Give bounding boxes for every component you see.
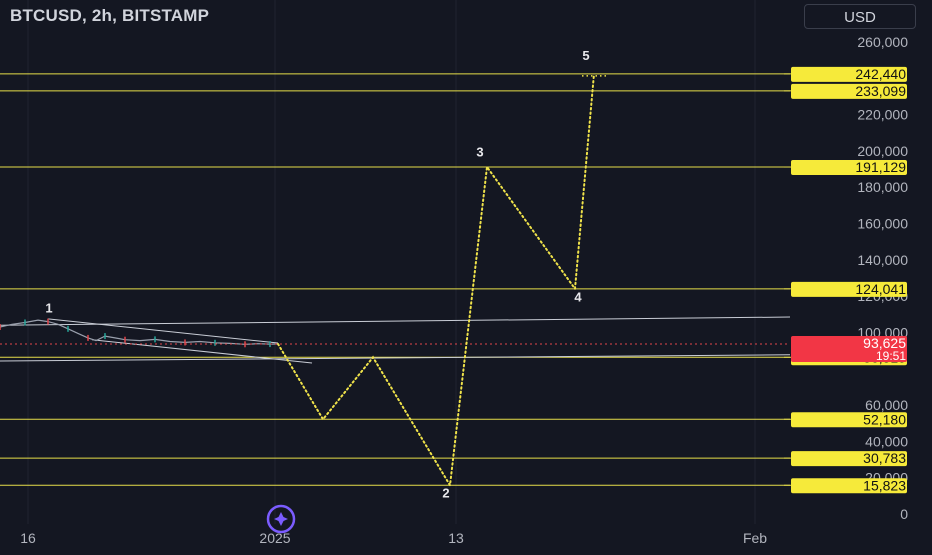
level-badge-label: 124,041	[855, 281, 906, 297]
y-tick-label: 180,000	[857, 179, 908, 195]
wave-label-2: 2	[442, 486, 449, 501]
chart-title: BTCUSD, 2h, BITSTAMP	[10, 6, 210, 25]
wave-label-5: 5	[582, 48, 589, 63]
level-badge-label: 233,099	[855, 83, 906, 99]
x-tick-label: 13	[448, 530, 464, 546]
level-badge-label: 30,783	[863, 450, 906, 466]
y-tick-label: 160,000	[857, 216, 908, 232]
wave-label-3: 3	[476, 144, 483, 159]
y-tick-label: 200,000	[857, 143, 908, 159]
wave-label-1: 1	[45, 300, 52, 315]
wave-label-4: 4	[574, 290, 582, 305]
y-tick-label: 0	[900, 506, 908, 522]
level-badge-label: 52,180	[863, 411, 906, 427]
x-tick-label: 16	[20, 530, 36, 546]
level-badge-label: 191,129	[855, 159, 906, 175]
x-tick-label: 2025	[259, 530, 290, 546]
level-badge-label: 242,440	[855, 66, 906, 82]
x-tick-label: Feb	[743, 530, 767, 546]
y-tick-label: 220,000	[857, 107, 908, 123]
chart-area[interactable]: 12345020,00040,00060,000100,000120,00014…	[0, 0, 932, 550]
y-tick-label: 260,000	[857, 34, 908, 50]
y-tick-label: 140,000	[857, 252, 908, 268]
countdown-label: 19:51	[876, 349, 906, 363]
price-chart[interactable]: 12345020,00040,00060,000100,000120,00014…	[0, 0, 932, 550]
chart-background	[0, 0, 932, 550]
level-badge-label: 15,823	[863, 477, 906, 493]
currency-button[interactable]: USD	[804, 4, 916, 29]
y-tick-label: 40,000	[865, 433, 908, 449]
